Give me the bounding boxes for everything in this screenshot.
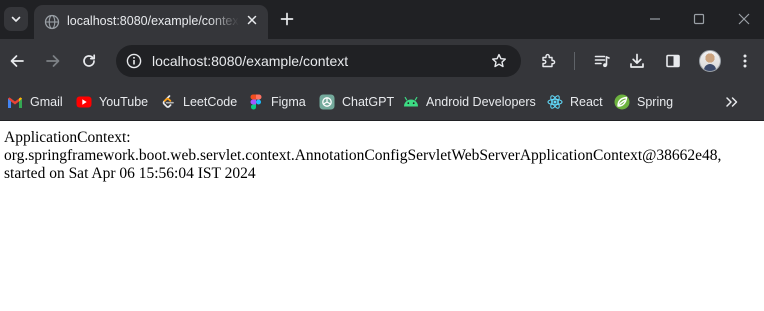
bookmarks-overflow-button[interactable] — [722, 93, 742, 111]
reload-icon — [83, 54, 96, 67]
maximize-button[interactable] — [688, 8, 710, 30]
page-content: ApplicationContext: org.springframework.… — [0, 121, 764, 183]
tab-title: localhost:8080/example/context — [67, 14, 239, 28]
figma-icon — [248, 94, 264, 110]
bookmark-youtube[interactable]: YouTube — [76, 92, 148, 112]
media-controls-button[interactable] — [591, 50, 613, 72]
android-icon — [403, 94, 419, 110]
bookmark-label: LeetCode — [183, 95, 238, 109]
tab-strip: localhost:8080/example/context — [0, 0, 764, 39]
more-vertical-icon — [743, 54, 747, 68]
extensions-button[interactable] — [537, 50, 559, 72]
youtube-icon — [76, 94, 92, 110]
context-started-line: started on Sat Apr 06 15:56:04 IST 2024 — [4, 165, 256, 182]
puzzle-icon — [542, 53, 556, 68]
url-text[interactable]: localhost:8080/example/context — [152, 53, 348, 69]
bookmark-label: YouTube — [99, 95, 149, 109]
maximize-icon — [693, 13, 705, 25]
star-icon — [492, 53, 506, 68]
reload-button[interactable] — [78, 50, 100, 72]
forward-button[interactable] — [42, 50, 64, 72]
bookmark-label: Figma — [271, 95, 306, 109]
address-bar[interactable]: localhost:8080/example/context — [116, 45, 521, 77]
gmail-icon — [7, 94, 23, 110]
react-icon — [547, 94, 563, 110]
bookmark-react[interactable]: React — [547, 92, 603, 112]
back-button[interactable] — [6, 50, 28, 72]
spring-icon — [614, 94, 630, 110]
bookmark-chatgpt[interactable]: ChatGPT — [319, 92, 394, 112]
double-chevron-right-icon — [726, 97, 738, 107]
info-icon — [126, 53, 142, 69]
bookmark-label: React — [570, 95, 603, 109]
bookmark-spring[interactable]: Spring — [614, 92, 673, 112]
close-icon — [738, 13, 750, 25]
bookmark-android-developers[interactable]: Android Developers — [403, 92, 536, 112]
minimize-icon — [650, 18, 660, 20]
close-icon — [247, 15, 257, 25]
side-panel-icon — [666, 54, 680, 68]
download-icon — [630, 53, 644, 68]
side-panel-button[interactable] — [662, 50, 684, 72]
minimize-button[interactable] — [644, 8, 666, 30]
downloads-button[interactable] — [626, 50, 648, 72]
context-class-line: org.springframework.boot.web.servlet.con… — [4, 147, 722, 164]
browser-chrome: localhost:8080/example/context localhost… — [0, 0, 764, 121]
chatgpt-icon — [319, 94, 335, 110]
bookmark-figma[interactable]: Figma — [248, 92, 306, 112]
tab-search-button[interactable] — [4, 7, 28, 31]
bookmark-star-button[interactable] — [489, 51, 509, 71]
bookmark-label: Android Developers — [426, 95, 536, 109]
chevron-down-icon — [11, 16, 21, 22]
bookmarks-bar: Gmail YouTube LeetCode Figma ChatGPT And… — [0, 83, 764, 121]
site-info-button[interactable] — [124, 51, 144, 71]
context-heading-line: ApplicationContext: — [4, 129, 131, 146]
bookmark-label: Spring — [637, 95, 674, 109]
tab-active[interactable]: localhost:8080/example/context — [34, 5, 268, 39]
arrow-left-icon — [10, 55, 24, 67]
bookmark-gmail[interactable]: Gmail — [7, 92, 63, 112]
leetcode-icon — [160, 94, 176, 110]
arrow-right-icon — [46, 55, 60, 67]
chrome-menu-button[interactable] — [734, 50, 756, 72]
plus-icon — [280, 12, 294, 26]
new-tab-button[interactable] — [278, 10, 296, 28]
bookmark-label: Gmail — [30, 95, 63, 109]
close-window-button[interactable] — [733, 8, 755, 30]
bookmark-leetcode[interactable]: LeetCode — [160, 92, 237, 112]
toolbar-divider — [574, 52, 575, 70]
playlist-icon — [594, 55, 610, 68]
toolbar: localhost:8080/example/context — [0, 39, 764, 83]
bookmark-label: ChatGPT — [342, 95, 395, 109]
profile-avatar[interactable] — [699, 50, 721, 72]
tab-close-button[interactable] — [243, 11, 261, 29]
globe-icon — [44, 14, 60, 35]
